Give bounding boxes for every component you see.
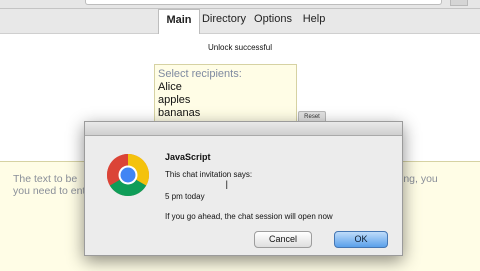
recipients-label: Select recipients:: [158, 68, 242, 80]
text-cursor-icon: I: [225, 178, 229, 192]
tab-main[interactable]: Main: [158, 9, 200, 34]
recipient-option[interactable]: bananas: [155, 107, 296, 120]
chrome-icon: [106, 154, 150, 197]
dialog-line-2: 5 pm today: [165, 192, 205, 201]
recipient-option[interactable]: apples: [155, 94, 296, 107]
javascript-dialog: JavaScript This chat invitation says: I …: [84, 121, 403, 256]
tab-help[interactable]: Help: [299, 9, 329, 33]
cancel-button[interactable]: Cancel: [254, 231, 312, 248]
status-message: Unlock successful: [207, 43, 273, 52]
page-nav: Main Directory Options Help: [0, 9, 480, 34]
dialog-titlebar[interactable]: [85, 122, 402, 136]
address-bar[interactable]: [85, 0, 442, 5]
tab-options[interactable]: Options: [252, 9, 294, 33]
recipient-option[interactable]: Alice: [155, 81, 296, 94]
message-text-right: ing, you: [401, 173, 438, 185]
dialog-line-3: If you go ahead, the chat session will o…: [165, 212, 333, 221]
dialog-title: JavaScript: [165, 152, 211, 162]
ok-button[interactable]: OK: [334, 231, 388, 248]
recipients-select[interactable]: Select recipients: Alice apples bananas: [154, 64, 297, 128]
toolbar-button[interactable]: [450, 0, 468, 6]
dialog-line-1: This chat invitation says:: [165, 170, 253, 179]
tab-directory[interactable]: Directory: [200, 9, 248, 33]
browser-toolbar: [0, 0, 480, 9]
